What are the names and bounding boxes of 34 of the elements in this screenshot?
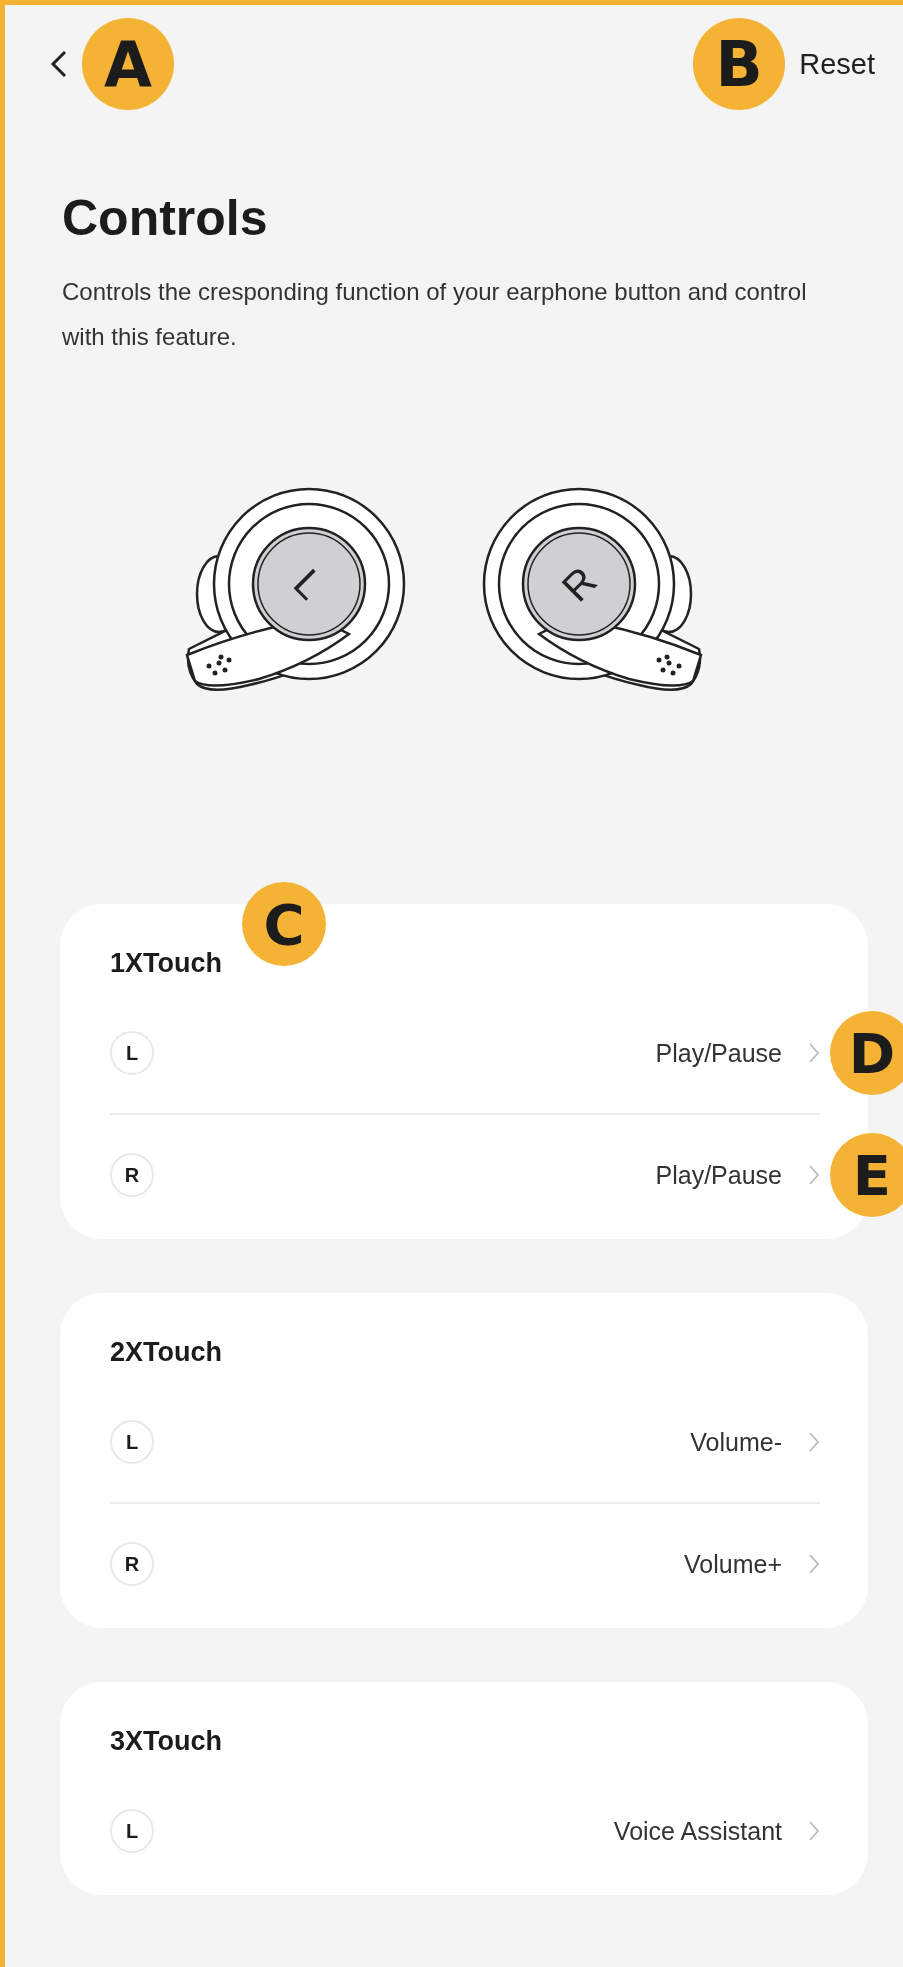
action-value: Voice Assistant (613, 1816, 782, 1846)
action-value: Volume- (690, 1427, 782, 1457)
control-row[interactable]: L Voice Assistant (110, 1793, 820, 1869)
card-title: 3XTouch (110, 1726, 223, 1757)
side-badge: L (110, 1809, 154, 1853)
side-badge: L (110, 1420, 154, 1464)
page-description: Controls the cresponding function of your earphone button and control with this feature. (62, 277, 808, 352)
control-row[interactable]: R Play/Pause (110, 1137, 820, 1213)
action-value: Play/Pause (655, 1038, 782, 1068)
side-badge: R (110, 1542, 154, 1586)
annotation-marker: B (693, 18, 786, 110)
chevron-icon (808, 1431, 820, 1453)
chevron-icon (808, 1042, 820, 1064)
card-title: 2XTouch (110, 1337, 223, 1368)
back-icon[interactable] (50, 49, 68, 79)
annotation-marker: E (830, 1133, 903, 1217)
action-value: Play/Pause (655, 1160, 782, 1190)
chevron-icon (808, 1553, 820, 1575)
control-row[interactable]: L Volume- (110, 1404, 820, 1480)
earbud-drawing: R (449, 459, 739, 719)
action-value: Volume+ (684, 1549, 782, 1579)
side-badge: R (110, 1153, 154, 1197)
card-title: 1XTouch (110, 948, 223, 979)
chevron-icon (808, 1820, 820, 1842)
control-row[interactable]: L Play/Pause (110, 1015, 820, 1091)
annotation-marker: A (82, 18, 174, 110)
annotation-marker: D (830, 1011, 903, 1095)
control-row[interactable]: R Volume+ (110, 1526, 820, 1602)
annotation-marker: C (242, 882, 326, 966)
page-title: Controls (62, 189, 269, 247)
side-badge: L (110, 1031, 154, 1075)
chevron-icon (808, 1164, 820, 1186)
earbud-drawing: L (149, 459, 439, 719)
reset-button[interactable]: Reset (799, 47, 875, 81)
